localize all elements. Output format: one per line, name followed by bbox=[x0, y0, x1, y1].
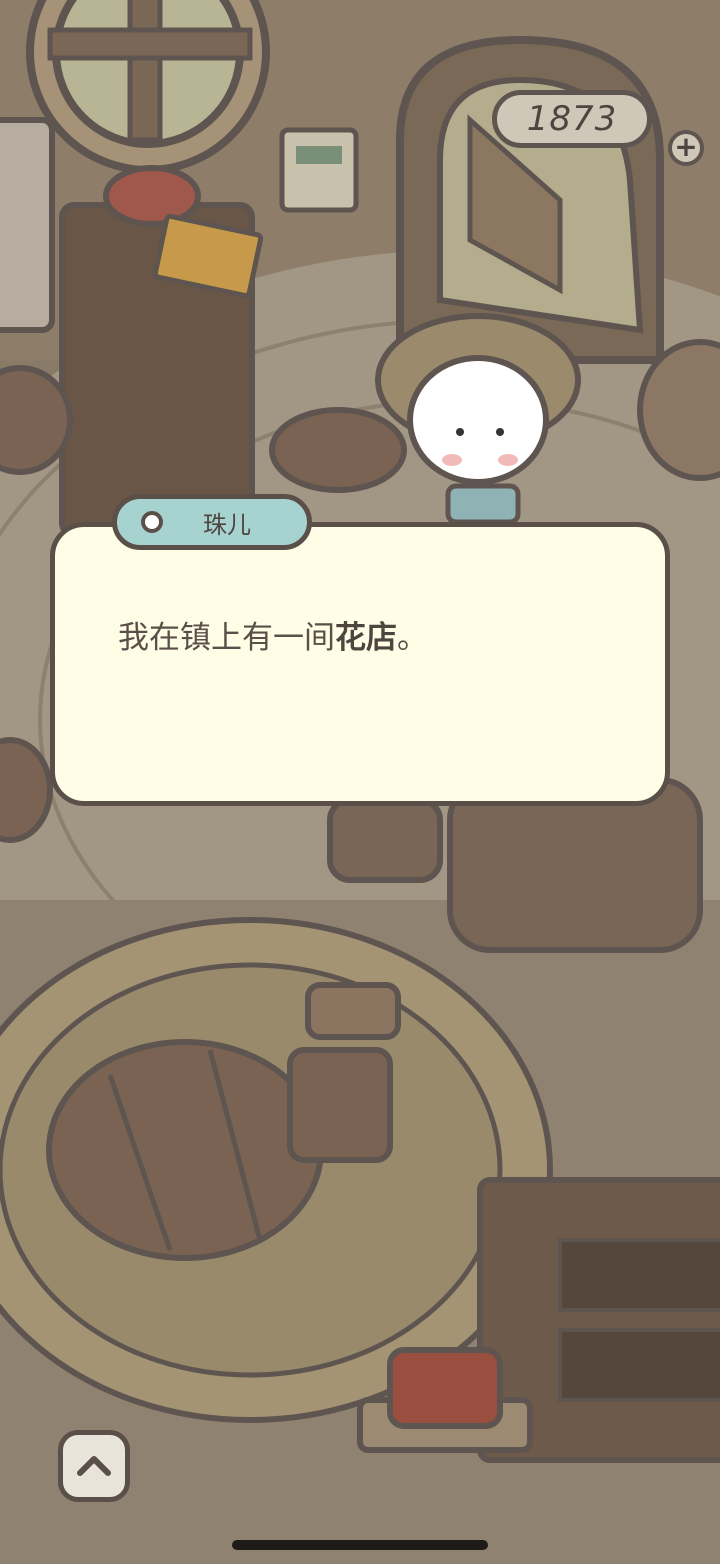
dialog-text: 我在镇上有一间花店。 bbox=[118, 612, 428, 657]
arched-door bbox=[396, 35, 664, 364]
name-dot-icon bbox=[141, 511, 163, 533]
dialog-text-end: 。 bbox=[397, 620, 428, 656]
chevron-up-icon bbox=[77, 1456, 111, 1476]
dialog-box[interactable] bbox=[50, 522, 670, 806]
plus-icon[interactable]: + bbox=[668, 130, 704, 166]
expand-button[interactable] bbox=[58, 1430, 130, 1502]
speaker-name: 珠儿 bbox=[203, 510, 251, 539]
dialog-text-highlight: 花店 bbox=[335, 620, 397, 656]
speaker-name-tag: 珠儿 bbox=[112, 494, 312, 550]
currency-counter: 1873 bbox=[492, 90, 652, 148]
currency-amount: 1873 bbox=[526, 99, 618, 139]
home-indicator[interactable] bbox=[232, 1540, 488, 1550]
dialog-text-start: 我在镇上有一间 bbox=[118, 620, 335, 656]
